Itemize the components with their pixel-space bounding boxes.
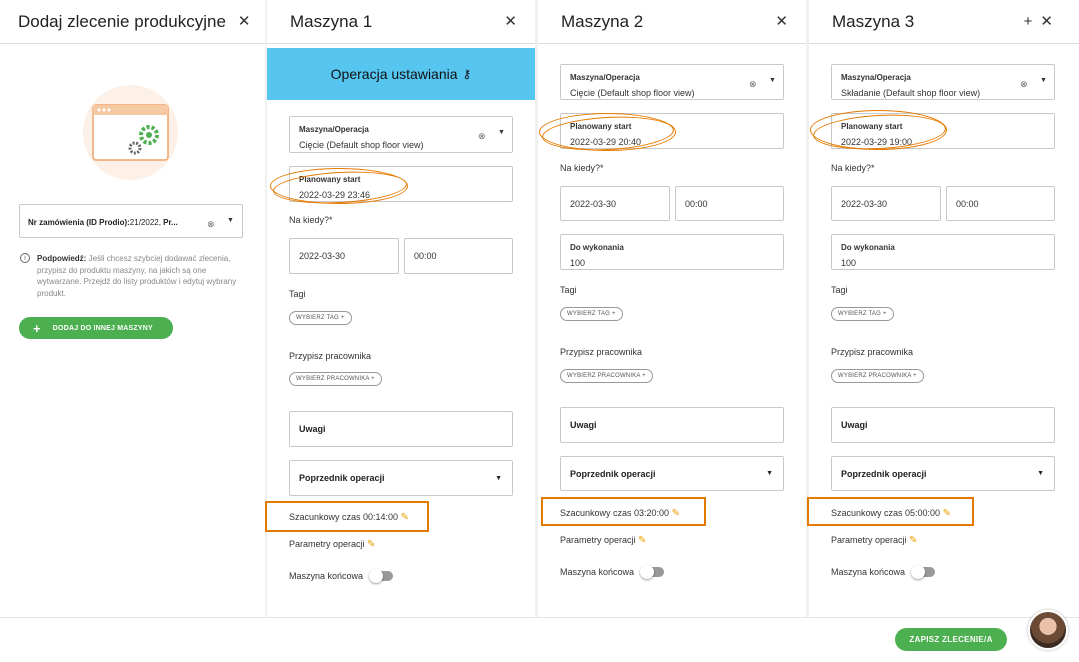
machine-operation-select[interactable]: Maszyna/Operacja Składanie (Default shop… xyxy=(831,64,1055,100)
estimated-time-label: Szacunkowy czas 03:20:00 ✎ xyxy=(560,508,680,519)
add-order-panel: Dodaj zlecenie produkcyjne ✕ Nr zamówien… xyxy=(0,0,265,617)
final-machine-toggle[interactable] xyxy=(369,569,393,583)
due-date-label: Na kiedy?* xyxy=(831,163,875,173)
key-icon: ⚷ xyxy=(462,67,472,81)
pencil-icon[interactable]: ✎ xyxy=(943,508,951,519)
window-gears-illustration xyxy=(83,85,178,180)
to-do-field[interactable]: Do wykonania 100 xyxy=(560,234,784,270)
order-field-value: 21/2022, xyxy=(129,218,161,227)
notes-field[interactable]: Uwagi xyxy=(560,407,784,443)
operation-params-label: Parametry operacji ✎ xyxy=(289,539,376,550)
order-number-field[interactable]: Nr zamówienia (ID Prodio):21/2022, Pr...… xyxy=(19,204,243,238)
select-worker-chip[interactable]: WYBIERZ PRACOWNIKA + xyxy=(289,372,382,386)
save-orders-button[interactable]: ZAPISZ ZLECENIE/A xyxy=(895,628,1007,651)
panel-header: Dodaj zlecenie produkcyjne ✕ xyxy=(0,0,265,44)
panel-title: Maszyna 2 xyxy=(561,11,644,31)
machine-2-panel: Maszyna 2 ✕ Maszyna/Operacja Cięcie (Def… xyxy=(538,0,806,617)
order-field-extra: Pr... xyxy=(163,218,178,227)
notes-field[interactable]: Uwagi xyxy=(289,411,513,447)
machine-operation-select[interactable]: Maszyna/Operacja Cięcie (Default shop fl… xyxy=(560,64,784,100)
final-machine-toggle[interactable] xyxy=(911,565,935,579)
pencil-icon[interactable]: ✎ xyxy=(367,539,375,550)
select-worker-chip[interactable]: WYBIERZ PRACOWNIKA + xyxy=(831,369,924,383)
plus-icon: + xyxy=(33,320,41,336)
machine-3-panel: Maszyna 3 + ✕ Maszyna/Operacja Składanie… xyxy=(807,0,1079,617)
clear-icon[interactable]: ⊗ xyxy=(1020,79,1028,90)
to-do-field[interactable]: Do wykonania 100 xyxy=(831,234,1055,270)
pencil-icon[interactable]: ✎ xyxy=(638,535,646,546)
panel-header: Maszyna 3 + ✕ xyxy=(809,0,1079,44)
dropdown-arrow-icon[interactable]: ▼ xyxy=(227,217,234,224)
final-machine-label: Maszyna końcowa xyxy=(831,567,906,577)
estimated-time-label: Szacunkowy czas 00:14:00 ✎ xyxy=(289,512,409,523)
panel-title: Maszyna 3 xyxy=(832,11,915,31)
close-icon[interactable]: ✕ xyxy=(504,14,517,29)
dropdown-arrow-icon[interactable]: ▼ xyxy=(769,77,776,84)
final-machine-label: Maszyna końcowa xyxy=(560,567,635,577)
assign-worker-label: Przypisz pracownika xyxy=(289,351,372,361)
assign-worker-label: Przypisz pracownika xyxy=(831,347,914,357)
due-date-input[interactable]: 2022-03-30 xyxy=(289,238,399,274)
select-worker-chip[interactable]: WYBIERZ PRACOWNIKA + xyxy=(560,369,653,383)
close-icon[interactable]: ✕ xyxy=(1040,14,1053,29)
info-icon: i xyxy=(20,253,30,263)
tags-label: Tagi xyxy=(831,285,848,295)
final-machine-label: Maszyna końcowa xyxy=(289,571,364,581)
pencil-icon[interactable]: ✎ xyxy=(672,508,680,519)
panel-header: Maszyna 2 ✕ xyxy=(538,0,806,44)
dropdown-arrow-icon: ▼ xyxy=(495,474,502,482)
predecessor-select[interactable]: Poprzednik operacji ▼ xyxy=(289,460,513,496)
machine-1-panel: Maszyna 1 ✕ Operacja ustawiania ⚷ Maszyn… xyxy=(265,0,535,617)
dropdown-arrow-icon: ▼ xyxy=(1037,470,1044,477)
panel-title: Maszyna 1 xyxy=(290,11,373,31)
due-time-input[interactable]: 00:00 xyxy=(675,186,784,221)
notes-field[interactable]: Uwagi xyxy=(831,407,1055,443)
tags-label: Tagi xyxy=(560,285,577,295)
estimated-time-label: Szacunkowy czas 05:00:00 ✎ xyxy=(831,508,951,519)
assign-worker-label: Przypisz pracownika xyxy=(560,347,643,357)
add-to-other-machine-button[interactable]: + DODAJ DO INNEJ MASZYNY xyxy=(19,317,173,339)
plus-icon[interactable]: + xyxy=(1024,14,1033,29)
panel-header: Maszyna 1 ✕ xyxy=(267,0,535,44)
due-date-label: Na kiedy?* xyxy=(560,163,604,173)
predecessor-select[interactable]: Poprzednik operacji ▼ xyxy=(560,456,784,491)
close-icon[interactable]: ✕ xyxy=(775,14,788,29)
operation-params-label: Parametry operacji ✎ xyxy=(560,535,647,546)
clear-icon[interactable]: ⊗ xyxy=(478,131,486,142)
dropdown-arrow-icon[interactable]: ▼ xyxy=(498,129,505,136)
due-time-input[interactable]: 00:00 xyxy=(946,186,1055,221)
operation-params-label: Parametry operacji ✎ xyxy=(831,535,918,546)
final-machine-toggle[interactable] xyxy=(640,565,664,579)
close-icon[interactable]: ✕ xyxy=(238,14,251,29)
select-tag-chip[interactable]: WYBIERZ TAG + xyxy=(560,307,623,321)
pencil-icon[interactable]: ✎ xyxy=(909,535,917,546)
due-date-label: Na kiedy?* xyxy=(289,215,333,225)
due-date-input[interactable]: 2022-03-30 xyxy=(831,186,941,221)
tags-label: Tagi xyxy=(289,289,306,299)
dropdown-arrow-icon: ▼ xyxy=(766,470,773,477)
panel-title: Dodaj zlecenie produkcyjne xyxy=(18,11,226,31)
select-tag-chip[interactable]: WYBIERZ TAG + xyxy=(289,311,352,325)
predecessor-select[interactable]: Poprzednik operacji ▼ xyxy=(831,456,1055,491)
dropdown-arrow-icon[interactable]: ▼ xyxy=(1040,77,1047,84)
due-time-input[interactable]: 00:00 xyxy=(404,238,513,274)
setup-operation-banner[interactable]: Operacja ustawiania ⚷ xyxy=(267,48,535,100)
hint-text: Podpowiedź: Jeśli chcesz szybciej dodawa… xyxy=(37,254,237,298)
due-date-input[interactable]: 2022-03-30 xyxy=(560,186,670,221)
order-field-label: Nr zamówienia (ID Prodio): xyxy=(28,218,130,227)
clear-icon[interactable]: ⊗ xyxy=(207,219,215,230)
clear-icon[interactable]: ⊗ xyxy=(749,79,757,90)
pencil-icon[interactable]: ✎ xyxy=(401,512,409,523)
support-avatar[interactable] xyxy=(1028,610,1068,650)
machine-operation-select[interactable]: Maszyna/Operacja Cięcie (Default shop fl… xyxy=(289,116,513,153)
select-tag-chip[interactable]: WYBIERZ TAG + xyxy=(831,307,894,321)
